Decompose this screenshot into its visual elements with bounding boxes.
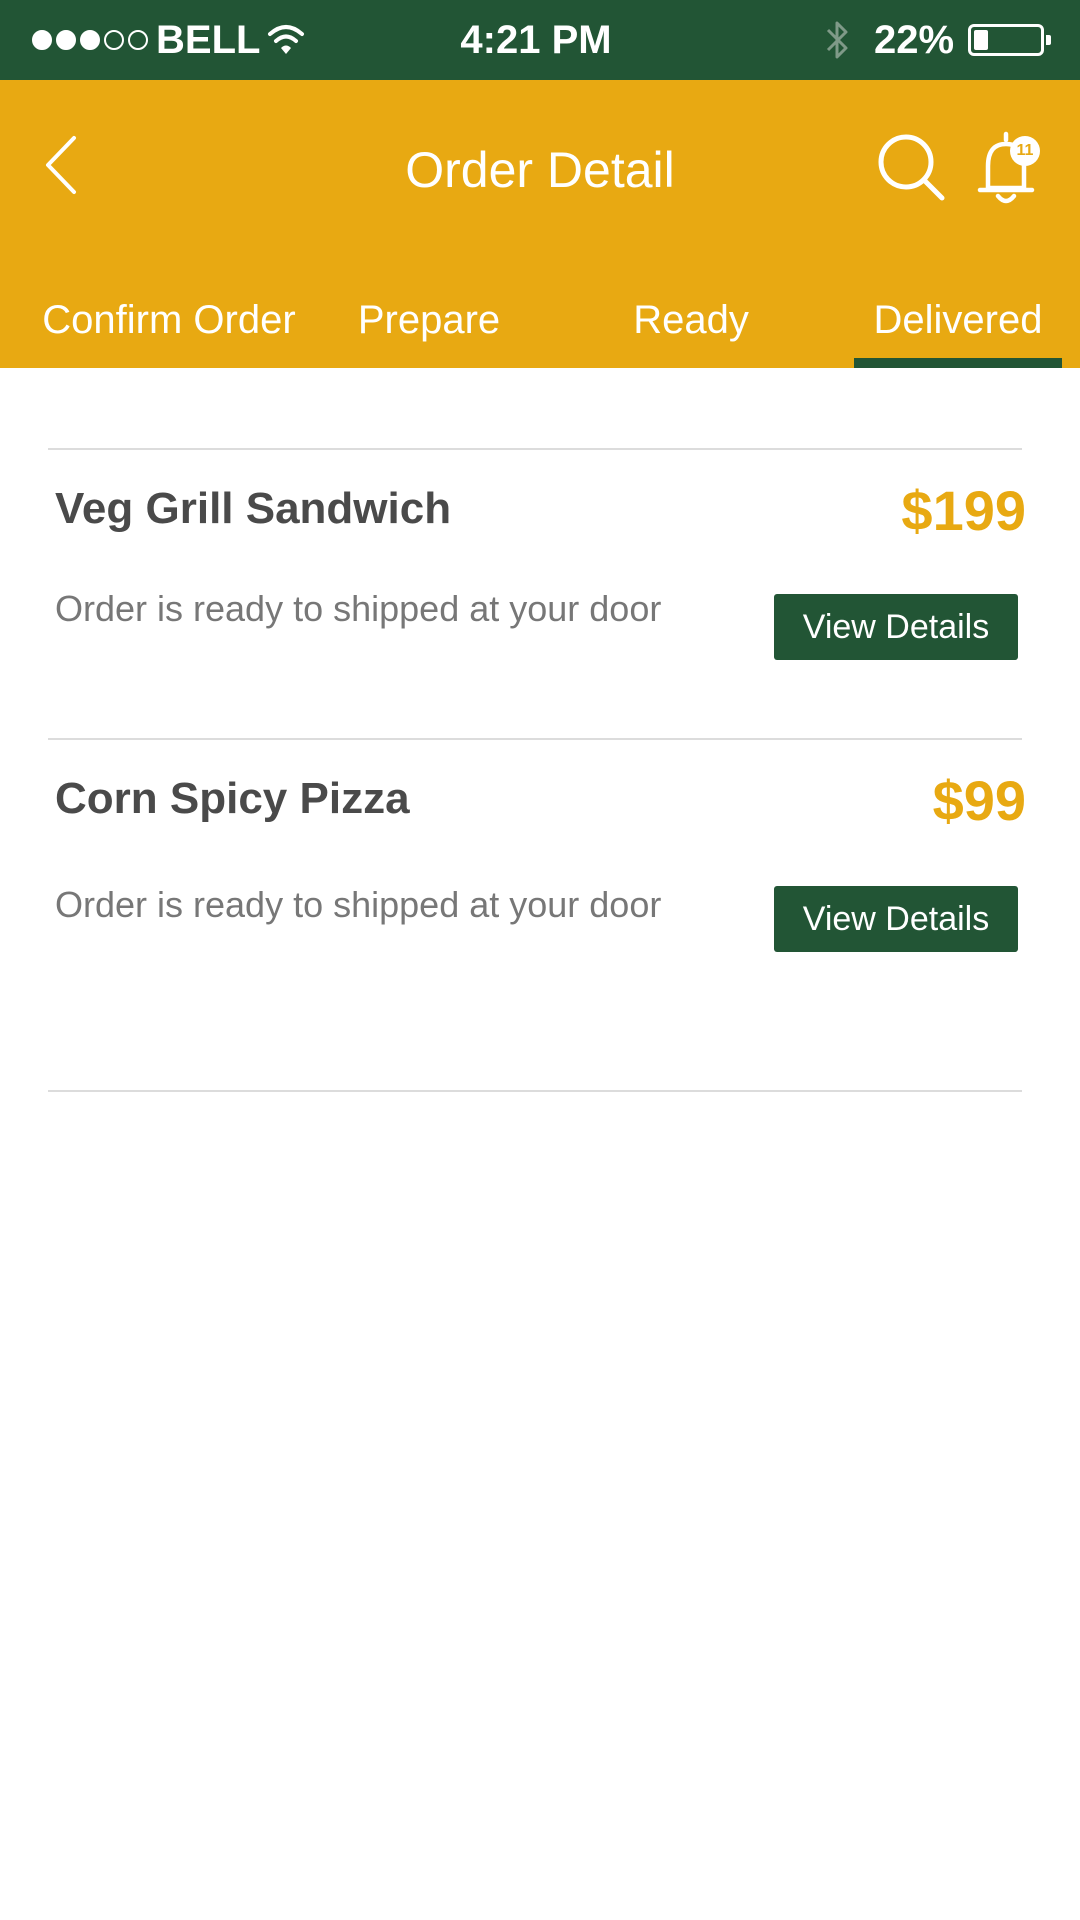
order-item-name: Veg Grill Sandwich (55, 484, 452, 533)
notification-button[interactable]: 11 (974, 130, 1046, 210)
active-tab-indicator (854, 358, 1062, 368)
tab-ready[interactable]: Ready (602, 280, 780, 368)
status-bar: BELL 4:21 PM 22% (0, 0, 1080, 80)
battery-percentage: 22% (874, 18, 955, 62)
order-status-tabs: Confirm Order Prepare Ready Delivered (0, 280, 1080, 368)
view-details-button[interactable]: View Details (774, 886, 1018, 952)
order-item-price: $99 (932, 769, 1026, 832)
tab-delivered[interactable]: Delivered (854, 280, 1062, 368)
battery-icon (968, 24, 1051, 56)
bluetooth-icon (826, 21, 848, 59)
app-header: Order Detail 11 Confirm Order Prepare Re… (0, 80, 1080, 368)
search-icon[interactable] (876, 132, 946, 202)
order-item: Veg Grill Sandwich $199 Order is ready t… (0, 450, 1080, 740)
order-item-name: Corn Spicy Pizza (55, 774, 410, 823)
notification-count-badge: 11 (1010, 136, 1040, 166)
order-item-status: Order is ready to shipped at your door (55, 588, 662, 629)
view-details-button[interactable]: View Details (774, 594, 1018, 660)
order-item-price: $199 (901, 479, 1026, 542)
order-item-status: Order is ready to shipped at your door (55, 884, 662, 925)
tab-confirm-order[interactable]: Confirm Order (30, 280, 308, 368)
divider (48, 1090, 1022, 1092)
tab-prepare[interactable]: Prepare (338, 280, 520, 368)
order-item: Corn Spicy Pizza $99 Order is ready to s… (0, 740, 1080, 1030)
